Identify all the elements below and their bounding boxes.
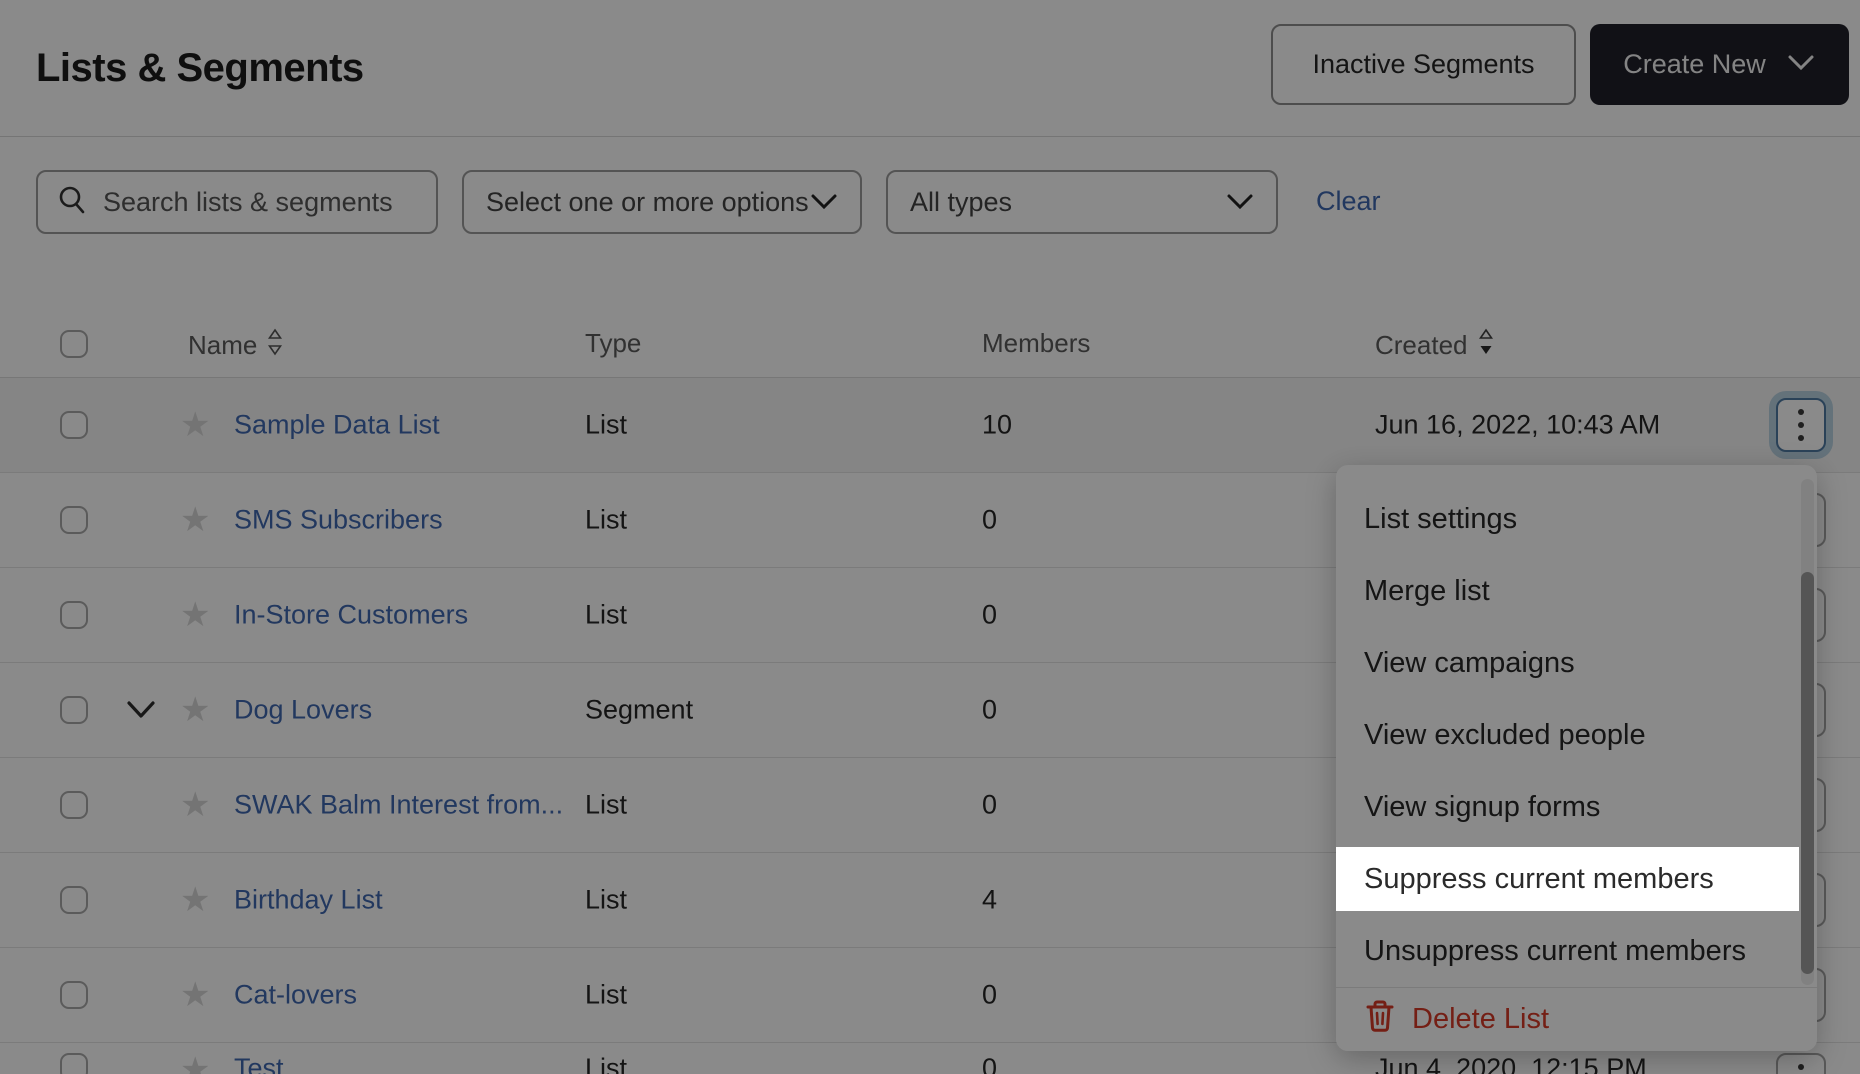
menu-item-highlighted[interactable]: Suppress current members	[1336, 847, 1799, 911]
spotlight-dim-overlay	[0, 0, 1860, 1074]
